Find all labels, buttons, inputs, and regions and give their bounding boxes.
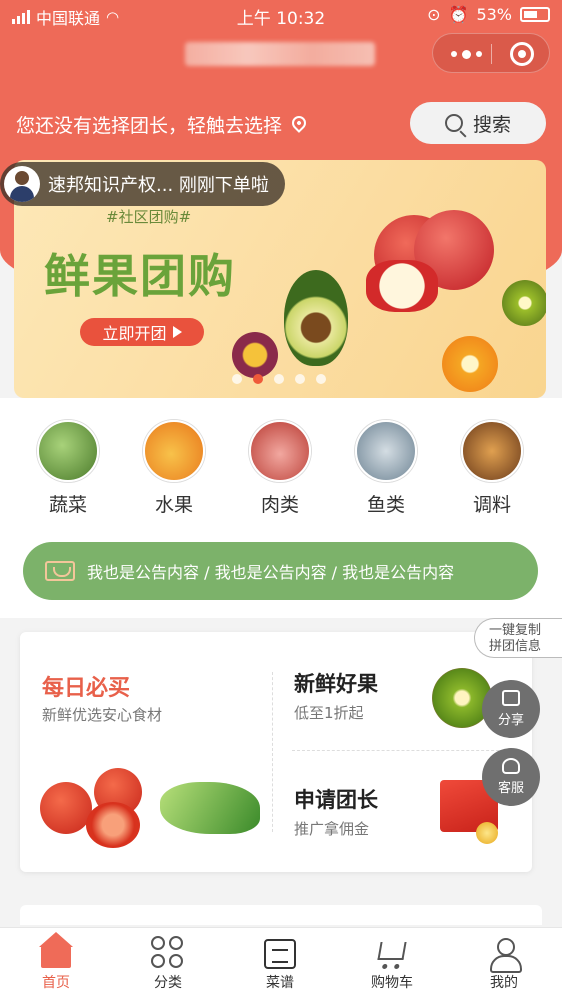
home-page: 中国联通 ◠ 上午 10:32 ⊙ ⏰ 53% 您还没有选择团长，轻触去选择 搜… bbox=[0, 0, 562, 1000]
daily-title: 每日必买 bbox=[42, 676, 131, 701]
carousel-dot[interactable] bbox=[316, 374, 326, 384]
category-vegetables[interactable]: 蔬菜 bbox=[23, 420, 113, 517]
more-dots-icon[interactable] bbox=[451, 50, 482, 59]
announcement-bar[interactable]: 我也是公告内容 / 我也是公告内容 / 我也是公告内容 bbox=[23, 542, 538, 600]
page-title-blurred bbox=[185, 42, 375, 66]
daily-subtitle: 新鲜优选安心食材 bbox=[42, 706, 163, 724]
order-ticker: 速邦知识产权... 刚刚下单啦 bbox=[0, 162, 285, 206]
category-label: 蔬菜 bbox=[48, 494, 87, 516]
banner-tag: #社区团购# bbox=[106, 208, 192, 226]
tab-label: 首页 bbox=[42, 975, 70, 991]
status-bar: 中国联通 ◠ 上午 10:32 ⊙ ⏰ 53% bbox=[0, 0, 562, 30]
battery-icon bbox=[520, 7, 550, 22]
next-section-edge bbox=[20, 905, 542, 925]
tab-label: 我的 bbox=[490, 975, 518, 991]
status-right: ⊙ ⏰ 53% bbox=[427, 5, 550, 24]
choose-leader-text: 您还没有选择团长，轻触去选择 bbox=[16, 115, 283, 137]
kiwi-image bbox=[502, 280, 546, 326]
category-grid-icon bbox=[151, 936, 185, 970]
lettuce-image bbox=[160, 782, 260, 834]
daily-must-buy-card[interactable]: 每日必买 新鲜优选安心食材 bbox=[20, 632, 270, 872]
tomato-image bbox=[40, 782, 92, 834]
copy-group-info-button[interactable]: 一键复制 拼团信息 bbox=[474, 618, 562, 658]
category-fish[interactable]: 鱼类 bbox=[341, 420, 431, 517]
copy-line-1: 一键复制 bbox=[489, 623, 542, 638]
announcement-icon bbox=[45, 561, 75, 581]
coins-image bbox=[476, 822, 498, 844]
tab-label: 菜谱 bbox=[266, 975, 294, 991]
promo-cards: 每日必买 新鲜优选安心食材 新鲜好果 低至1折起 申请团长 推广拿佣金 bbox=[20, 632, 532, 872]
user-icon bbox=[487, 936, 522, 973]
category-fruit[interactable]: 水果 bbox=[129, 420, 219, 517]
passion-fruit-image bbox=[232, 332, 278, 378]
carousel-dot[interactable] bbox=[274, 374, 284, 384]
vegetables-icon bbox=[37, 420, 99, 482]
tab-label: 分类 bbox=[154, 975, 182, 991]
headset-icon bbox=[502, 758, 520, 774]
alarm-icon: ⏰ bbox=[448, 5, 469, 24]
search-icon bbox=[444, 114, 463, 132]
customer-service-button[interactable]: 客服 bbox=[482, 748, 540, 806]
ticker-text: 速邦知识产权... 刚刚下单啦 bbox=[48, 175, 269, 196]
category-meat[interactable]: 肉类 bbox=[235, 420, 325, 517]
service-label: 客服 bbox=[497, 781, 524, 796]
tab-label: 购物车 bbox=[371, 975, 413, 991]
search-label: 搜索 bbox=[472, 113, 511, 136]
capsule-divider bbox=[491, 44, 492, 64]
avocado-image bbox=[284, 270, 348, 366]
apply-leader-subtitle: 推广拿佣金 bbox=[294, 820, 370, 838]
apply-leader-title: 申请团长 bbox=[294, 788, 378, 812]
tab-cart[interactable]: 购物车 bbox=[336, 928, 448, 992]
leader-row: 您还没有选择团长，轻触去选择 搜索 bbox=[0, 100, 562, 146]
tab-home[interactable]: 首页 bbox=[0, 928, 112, 992]
carousel-dot[interactable] bbox=[295, 374, 305, 384]
tab-profile[interactable]: 我的 bbox=[448, 928, 560, 992]
seasoning-icon bbox=[461, 420, 523, 482]
start-group-button[interactable]: 立即开团 bbox=[80, 318, 204, 346]
tomato-half-image bbox=[86, 802, 140, 848]
location-pin-icon bbox=[289, 112, 309, 133]
choose-leader-link[interactable]: 您还没有选择团长，轻触去选择 bbox=[16, 111, 309, 138]
banner-headline: 鲜果团购 bbox=[44, 249, 236, 303]
fish-icon bbox=[355, 420, 417, 482]
category-label: 水果 bbox=[154, 494, 193, 516]
mini-program-capsule bbox=[432, 33, 550, 73]
recipe-menu-icon bbox=[263, 936, 297, 970]
fresh-title: 新鲜好果 bbox=[294, 672, 378, 696]
category-row: 蔬菜 水果 肉类 鱼类 调料 bbox=[0, 420, 562, 520]
copy-line-2: 拼团信息 bbox=[489, 639, 542, 654]
share-icon bbox=[502, 690, 520, 706]
cart-icon bbox=[375, 936, 409, 970]
target-circle-icon[interactable] bbox=[510, 42, 534, 66]
card-divider-vertical bbox=[272, 672, 273, 832]
battery-percent: 53% bbox=[476, 5, 512, 24]
share-button[interactable]: 分享 bbox=[482, 680, 540, 738]
start-group-label: 立即开团 bbox=[102, 324, 167, 343]
play-arrow-icon bbox=[172, 326, 182, 338]
category-label: 鱼类 bbox=[366, 494, 405, 516]
orange-image bbox=[442, 336, 498, 392]
category-label: 调料 bbox=[472, 494, 511, 516]
apple-slice-image bbox=[366, 260, 438, 312]
fruit-icon bbox=[143, 420, 205, 482]
tab-recipes[interactable]: 菜谱 bbox=[224, 928, 336, 992]
tab-category[interactable]: 分类 bbox=[112, 928, 224, 992]
home-icon bbox=[39, 932, 73, 970]
search-button[interactable]: 搜索 bbox=[410, 102, 546, 144]
tab-bar: 首页 分类 菜谱 购物车 我的 bbox=[0, 927, 562, 1000]
announcement-text: 我也是公告内容 / 我也是公告内容 / 我也是公告内容 bbox=[87, 563, 455, 582]
nav-bar bbox=[0, 32, 562, 76]
carousel-dot[interactable] bbox=[232, 374, 242, 384]
category-label: 肉类 bbox=[260, 494, 299, 516]
share-label: 分享 bbox=[497, 713, 524, 728]
lock-rotation-icon: ⊙ bbox=[427, 5, 441, 24]
category-seasoning[interactable]: 调料 bbox=[447, 420, 537, 517]
meat-icon bbox=[249, 420, 311, 482]
carousel-indicator bbox=[232, 374, 326, 384]
carousel-dot[interactable] bbox=[253, 374, 263, 384]
fresh-subtitle: 低至1折起 bbox=[294, 704, 364, 722]
card-divider-horizontal bbox=[292, 750, 514, 751]
avatar bbox=[4, 166, 40, 202]
